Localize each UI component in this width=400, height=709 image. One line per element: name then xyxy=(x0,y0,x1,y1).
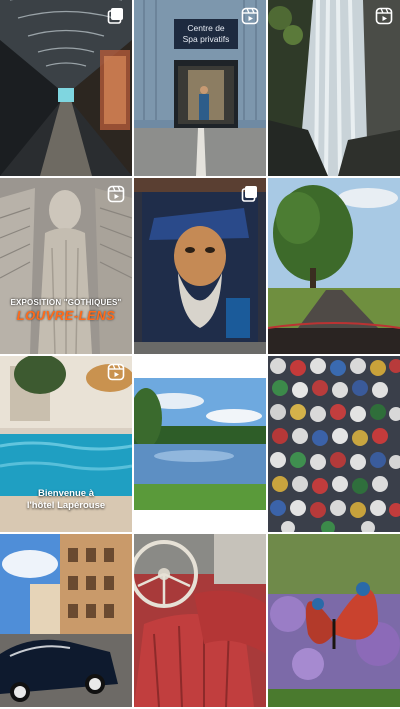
grid-tile-tunnel[interactable] xyxy=(0,0,132,176)
reel-icon xyxy=(107,363,125,381)
butterfly-photo xyxy=(268,534,400,707)
bottle-caps-photo xyxy=(268,356,400,532)
grid-tile-waterfall[interactable] xyxy=(268,0,400,176)
grid-tile-spa[interactable]: Centre de Spa privatifs xyxy=(134,0,266,176)
grid-tile-vintage-car[interactable] xyxy=(0,534,132,707)
grid-tile-angel-statue[interactable]: EXPOSITION "GOTHIQUES" LOUVRE-LENS xyxy=(0,178,132,354)
carousel-icon xyxy=(107,7,125,25)
country-road-photo xyxy=(268,178,400,354)
exhibition-subtitle: LOUVRE-LENS xyxy=(16,308,116,323)
tunnel-photo xyxy=(0,0,132,176)
lake-photo xyxy=(134,356,266,532)
grid-tile-car-interior[interactable] xyxy=(134,534,266,707)
grid-tile-bottle-caps[interactable] xyxy=(268,356,400,532)
grid-tile-lake[interactable] xyxy=(134,356,266,532)
carousel-icon xyxy=(241,185,259,203)
angel-statue-photo xyxy=(0,178,132,354)
grid-tile-butterfly[interactable] xyxy=(268,534,400,707)
grid-tile-country-road[interactable] xyxy=(268,178,400,354)
street-art-photo xyxy=(134,178,266,354)
reel-icon xyxy=(107,185,125,203)
photo-grid: Centre de Spa privatifs EXPOSITION "GOTH… xyxy=(0,0,400,709)
grid-tile-street-art[interactable] xyxy=(134,178,266,354)
car-interior-photo xyxy=(134,534,266,707)
reel-icon xyxy=(241,7,259,25)
exhibition-title: EXPOSITION "GOTHIQUES" xyxy=(10,298,122,307)
waterfall-photo xyxy=(268,0,400,176)
hotel-caption: Bienvenue à l'hôtel Lapérouse xyxy=(26,488,106,511)
spa-sign: Centre de Spa privatifs xyxy=(174,19,238,49)
reel-icon xyxy=(375,7,393,25)
grid-tile-pool[interactable]: Bienvenue à l'hôtel Lapérouse xyxy=(0,356,132,532)
vintage-car-photo xyxy=(0,534,132,707)
